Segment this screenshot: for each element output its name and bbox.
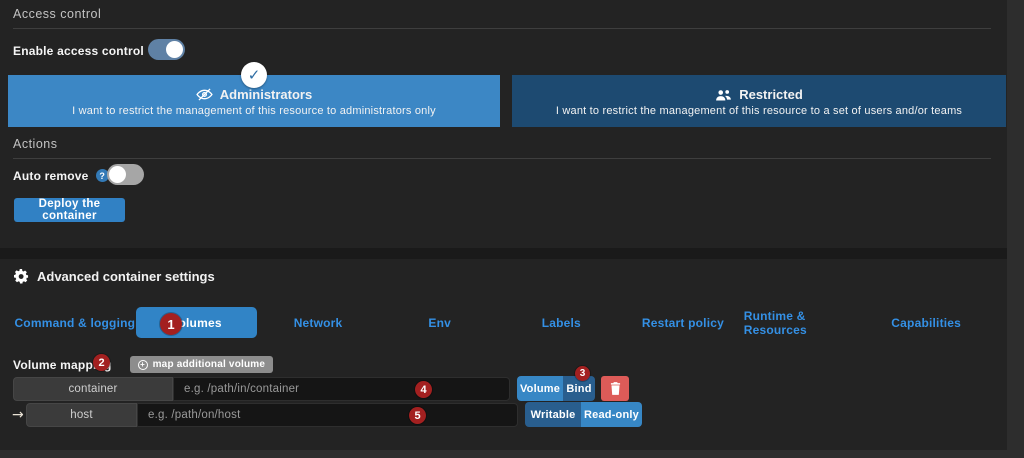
volume-type-button[interactable]: Volume — [517, 376, 563, 401]
tab-runtime-resources[interactable]: Runtime & Resources — [744, 307, 866, 338]
host-path-input[interactable] — [137, 403, 518, 427]
volume-mapping-header: Volume mapping + map additional volume — [13, 356, 273, 373]
option-administrators[interactable]: ✓ Administrators I want to restrict the … — [8, 75, 500, 127]
auto-remove-label: Auto remove — [13, 169, 89, 183]
tab-command-logging[interactable]: Command & logging — [14, 307, 136, 338]
annotation-step-1: 1 — [160, 313, 182, 335]
deploy-container-button[interactable]: Deploy the container — [14, 198, 125, 222]
enable-access-control-label: Enable access control — [13, 44, 144, 58]
annotation-step-4: 4 — [415, 381, 432, 398]
tab-labels[interactable]: Labels — [501, 307, 623, 338]
selected-check-icon: ✓ — [241, 62, 267, 88]
toggle-knob — [166, 41, 183, 58]
auto-remove-toggle[interactable] — [107, 164, 144, 185]
option-restricted[interactable]: Restricted I want to restrict the manage… — [512, 75, 1006, 127]
maps-to-arrow-icon: → — [12, 403, 24, 427]
advanced-settings-card: Advanced container settings Command & lo… — [0, 259, 1007, 450]
option-title: Restricted — [739, 87, 803, 102]
section-divider — [0, 248, 1007, 259]
actions-section-title: Actions — [13, 137, 991, 159]
plus-circle-icon: + — [138, 360, 148, 370]
enable-access-control-row: Enable access control ? — [13, 40, 164, 61]
advanced-settings-title-row: Advanced container settings — [14, 269, 215, 284]
tab-env[interactable]: Env — [379, 307, 501, 338]
option-description: I want to restrict the management of thi… — [512, 105, 1006, 117]
users-icon — [715, 89, 732, 101]
writable-button[interactable]: Writable — [525, 402, 581, 427]
eye-slash-icon — [196, 88, 213, 101]
map-additional-volume-button[interactable]: + map additional volume — [130, 356, 274, 373]
host-path-addon-label: host — [26, 403, 137, 427]
auto-remove-row: Auto remove ? — [13, 165, 109, 186]
access-control-section-title: Access control — [13, 7, 991, 29]
container-path-addon-label: container — [13, 377, 173, 401]
map-additional-volume-label: map additional volume — [153, 359, 266, 370]
form-card: Access control Enable access control ? ✓… — [0, 0, 1007, 248]
remove-volume-button[interactable] — [601, 376, 629, 401]
option-description: I want to restrict the management of thi… — [8, 105, 500, 117]
tab-capabilities[interactable]: Capabilities — [865, 307, 987, 338]
container-path-input[interactable] — [173, 377, 510, 401]
annotation-step-5: 5 — [409, 407, 426, 424]
access-control-toggle[interactable] — [148, 39, 185, 60]
annotation-step-2: 2 — [93, 354, 110, 371]
read-only-button[interactable]: Read-only — [581, 402, 642, 427]
tab-volumes[interactable]: Volumes — [136, 307, 258, 338]
trash-icon — [610, 382, 621, 395]
tab-restart-policy[interactable]: Restart policy — [622, 307, 744, 338]
advanced-settings-title: Advanced container settings — [37, 269, 215, 284]
toggle-knob — [109, 166, 126, 183]
annotation-step-3: 3 — [575, 366, 590, 381]
tab-network[interactable]: Network — [257, 307, 379, 338]
gear-icon — [14, 269, 29, 284]
option-title: Administrators — [220, 87, 312, 102]
